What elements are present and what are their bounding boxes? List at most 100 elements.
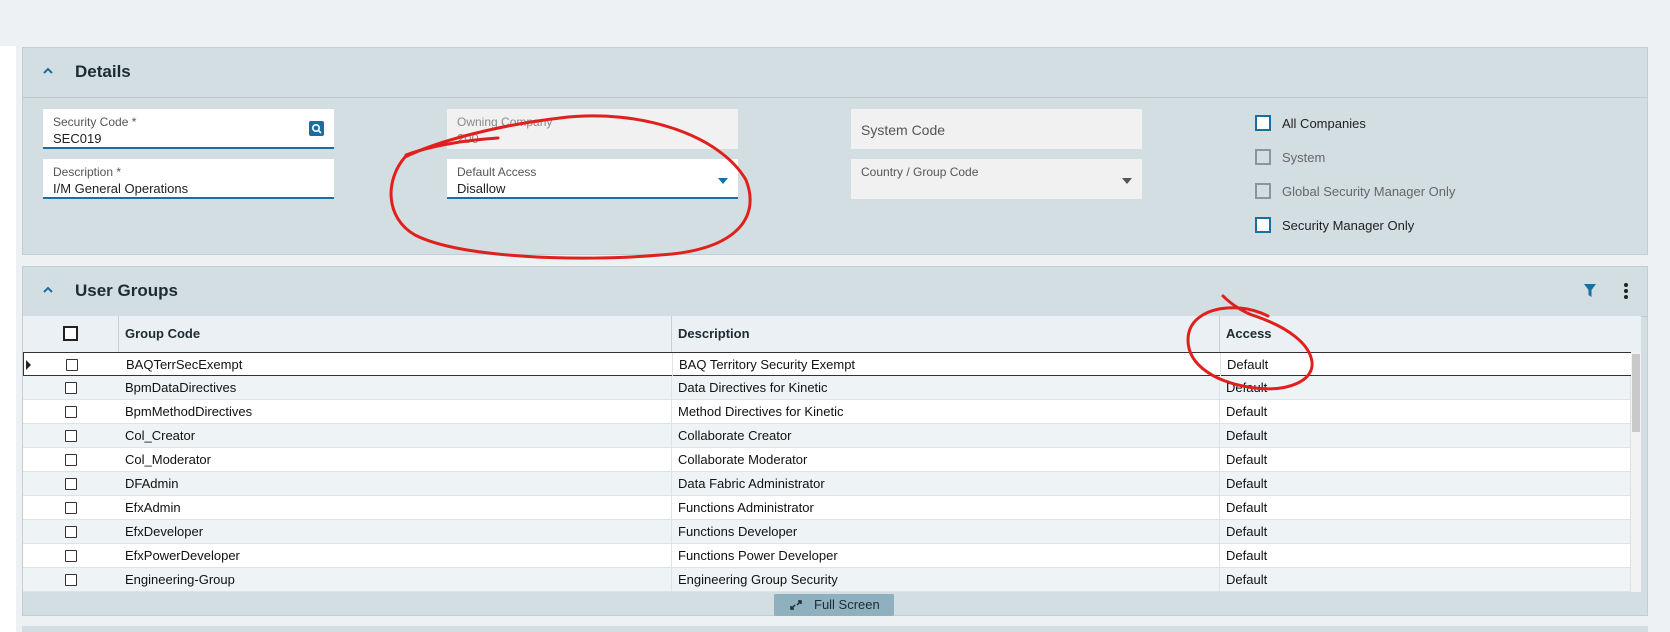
table-row[interactable]: Col_Moderator Collaborate Moderator Defaul… [23,448,1641,472]
default-access-value[interactable]: Disallow [457,181,505,196]
system-code-placeholder: System Code [861,122,946,138]
cell-access[interactable]: Default [1220,496,1631,519]
table-row[interactable]: Col_Creator Collaborate Creator Default [23,424,1641,448]
table-row[interactable]: BpmMethodDirectives Method Directives for… [23,400,1641,424]
cell-access[interactable]: Default [1220,544,1631,567]
row-checkbox[interactable] [65,526,77,538]
cell-access[interactable]: Default [1220,472,1631,495]
cell-description[interactable]: Method Directives for Kinetic [672,400,1220,423]
row-checkbox[interactable] [65,406,77,418]
details-title: Details [75,62,131,81]
table-row[interactable]: EfxPowerDeveloper Functions Power Develop… [23,544,1641,568]
system-label: System [1282,150,1326,165]
filter-icon[interactable] [1583,283,1597,299]
row-checkbox[interactable] [65,574,77,586]
select-all-column [23,316,119,352]
search-icon[interactable] [309,121,324,136]
cell-group-code[interactable]: EfxAdmin [119,496,672,519]
owning-company-label: Owning Company [457,115,553,129]
row-checkbox[interactable] [65,430,77,442]
col-description[interactable]: Description [672,316,1220,352]
cell-access[interactable]: Default [1220,400,1631,423]
description-label: Description * [53,165,122,179]
cell-description[interactable]: Data Fabric Administrator [672,472,1220,495]
system-code-field: System Code [851,109,1142,149]
cell-description[interactable]: Functions Power Developer [672,544,1220,567]
cell-description[interactable]: Engineering Group Security [672,568,1220,591]
cell-access[interactable]: Default [1220,568,1631,591]
left-strip [0,46,16,632]
all-companies-label: All Companies [1282,116,1366,131]
row-checkbox[interactable] [65,550,77,562]
full-screen-label: Full Screen [814,597,880,612]
description-field[interactable]: Description * I/M General Operations [43,159,334,199]
cell-group-code[interactable]: DFAdmin [119,472,672,495]
cell-group-code[interactable]: EfxDeveloper [119,520,672,543]
cell-group-code[interactable]: Engineering-Group [119,568,672,591]
checkbox-box[interactable] [1255,115,1271,131]
details-header[interactable]: Details [23,48,1647,98]
cell-description[interactable]: BAQ Territory Security Exempt [673,353,1221,376]
cell-group-code[interactable]: BpmMethodDirectives [119,400,672,423]
row-checkbox[interactable] [66,359,78,371]
table-row[interactable]: EfxAdmin Functions Administrator Default [23,496,1641,520]
col-group-code[interactable]: Group Code [119,316,672,352]
cell-access[interactable]: Default [1220,376,1631,399]
row-selector-icon [26,360,31,370]
checkbox-box [1255,149,1271,165]
cell-access[interactable]: Default [1220,520,1631,543]
expand-icon [790,600,802,610]
row-checkbox[interactable] [65,502,77,514]
select-all-checkbox[interactable] [63,326,78,341]
chevron-up-icon[interactable] [43,66,53,76]
full-screen-button[interactable]: Full Screen [774,594,894,616]
dropdown-arrow-icon[interactable] [1122,178,1132,184]
row-checkbox[interactable] [65,454,77,466]
scrollbar-thumb[interactable] [1632,354,1640,432]
user-groups-panel: User Groups Group Code Description Acces… [22,266,1648,616]
table-row[interactable]: EfxDeveloper Functions Developer Default [23,520,1641,544]
owning-company-field: Owning Company 200 [447,109,738,149]
security-code-label: Security Code * [53,115,137,129]
cell-group-code[interactable]: BpmDataDirectives [119,376,672,399]
grid-header: Group Code Description Access [23,316,1641,353]
cell-access[interactable]: Default [1221,353,1632,376]
cell-group-code[interactable]: BAQTerrSecExempt [120,353,673,376]
user-groups-grid: Group Code Description Access BAQTerrSec… [23,316,1641,592]
table-row[interactable]: Engineering-Group Engineering Group Secur… [23,568,1641,592]
cell-description[interactable]: Collaborate Creator [672,424,1220,447]
chevron-up-icon[interactable] [43,285,53,295]
cell-description[interactable]: Functions Administrator [672,496,1220,519]
security-code-value[interactable]: SEC019 [53,131,101,146]
user-groups-header[interactable]: User Groups [23,267,1647,317]
top-bar [0,0,1670,46]
table-row[interactable]: BAQTerrSecExempt BAQ Territory Security E… [23,352,1641,376]
vertical-scrollbar[interactable] [1631,352,1641,592]
cell-description[interactable]: Functions Developer [672,520,1220,543]
security-code-field[interactable]: Security Code * SEC019 [43,109,334,149]
table-row[interactable]: DFAdmin Data Fabric Administrator Default [23,472,1641,496]
country-group-dropdown[interactable]: Country / Group Code [851,159,1142,199]
cell-group-code[interactable]: Col_Creator [119,424,672,447]
dropdown-arrow-icon[interactable] [718,178,728,184]
next-panel-edge [22,626,1648,632]
more-options-icon[interactable] [1623,282,1629,300]
country-group-label: Country / Group Code [861,165,979,179]
cell-description[interactable]: Collaborate Moderator [672,448,1220,471]
owning-company-value: 200 [457,131,479,146]
cell-group-code[interactable]: EfxPowerDeveloper [119,544,672,567]
table-row[interactable]: BpmDataDirectives Data Directives for Kin… [23,376,1641,400]
row-checkbox[interactable] [65,478,77,490]
checkbox-box[interactable] [1255,217,1271,233]
row-checkbox[interactable] [65,382,77,394]
cell-description[interactable]: Data Directives for Kinetic [672,376,1220,399]
global-security-manager-label: Global Security Manager Only [1282,184,1456,199]
cell-access[interactable]: Default [1220,424,1631,447]
default-access-label: Default Access [457,165,537,179]
cell-access[interactable]: Default [1220,448,1631,471]
col-access[interactable]: Access [1220,316,1631,352]
details-panel: Details Security Code * SEC019 Descripti… [22,47,1648,255]
default-access-dropdown[interactable]: Default Access Disallow [447,159,738,199]
description-value[interactable]: I/M General Operations [53,181,188,196]
cell-group-code[interactable]: Col_Moderator [119,448,672,471]
